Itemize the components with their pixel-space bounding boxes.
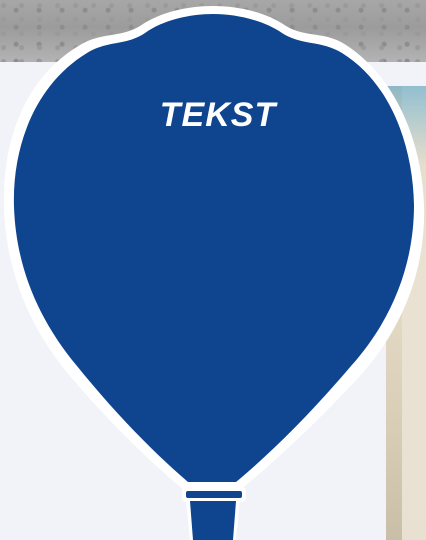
balloon-text: TEKST (159, 96, 277, 134)
hot-air-balloon-icon (3, 6, 425, 540)
balloon-envelope (13, 14, 414, 482)
basket-inner (190, 501, 236, 540)
basket-top-inner (186, 491, 242, 498)
balloon-graphic-screen: TEKST (0, 0, 426, 540)
